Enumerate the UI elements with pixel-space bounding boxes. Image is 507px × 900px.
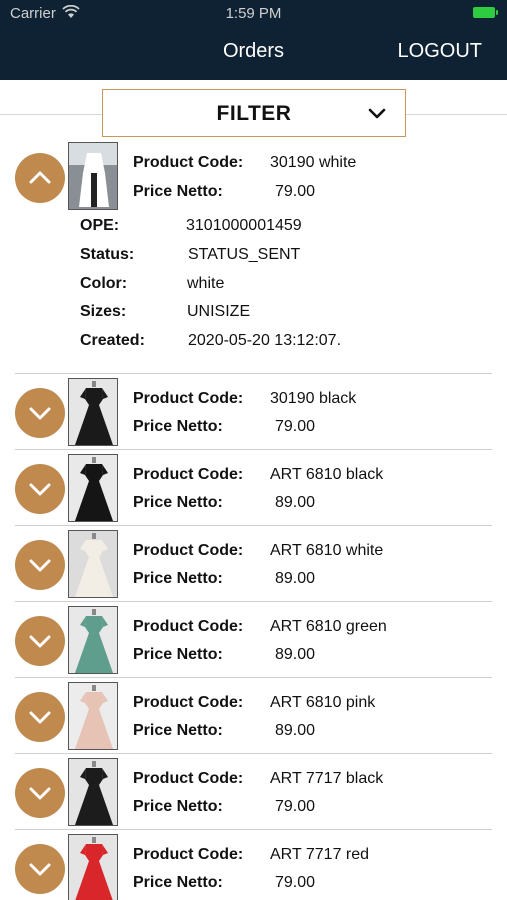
product-thumbnail — [68, 606, 118, 674]
row-divider — [15, 829, 492, 830]
price-value: 89.00 — [275, 722, 316, 739]
order-item: Product Code: ART 6810 black Price Netto… — [0, 449, 507, 525]
expand-button[interactable] — [15, 768, 65, 818]
status-bar: Carrier 1:59 PM — [0, 0, 507, 28]
chevron-down-icon — [29, 635, 51, 648]
product-thumbnail — [68, 454, 118, 522]
price-label: Price Netto: — [133, 494, 223, 511]
chevron-down-icon — [29, 787, 51, 800]
color-label: Color: — [80, 275, 128, 292]
product-code-label: Product Code: — [133, 694, 244, 711]
filter-label: FILTER — [216, 102, 292, 125]
price-label: Price Netto: — [133, 874, 223, 891]
chevron-up-icon — [29, 171, 51, 184]
product-code-value: 30190 white — [270, 154, 357, 171]
created-value: 2020-05-20 13:12:07. — [188, 332, 342, 349]
row-divider — [15, 677, 492, 678]
product-thumbnail — [68, 834, 118, 900]
battery-icon — [473, 7, 498, 18]
product-code-value: ART 6810 pink — [270, 694, 376, 711]
created-label: Created: — [80, 332, 145, 349]
product-code-label: Product Code: — [133, 542, 244, 559]
price-label: Price Netto: — [133, 418, 223, 435]
product-code-value: ART 6810 white — [270, 542, 384, 559]
order-item: Product Code: ART 7717 red Price Netto: … — [0, 829, 507, 900]
order-item: Product Code: ART 7717 black Price Netto… — [0, 753, 507, 829]
chevron-down-icon — [29, 559, 51, 572]
ope-label: OPE: — [80, 217, 120, 234]
price-value: 89.00 — [275, 494, 316, 511]
row-divider — [15, 373, 492, 374]
sizes-label: Sizes: — [80, 303, 127, 320]
chevron-down-icon — [368, 108, 386, 119]
expand-button[interactable] — [15, 616, 65, 666]
price-label: Price Netto: — [133, 183, 223, 200]
sizes-value: UNISIZE — [187, 303, 251, 320]
product-code-label: Product Code: — [133, 846, 244, 863]
clock: 1:59 PM — [225, 5, 282, 22]
row-divider — [15, 601, 492, 602]
logout-button[interactable]: LOGOUT — [398, 40, 482, 63]
collapse-button[interactable] — [15, 153, 65, 203]
price-value: 79.00 — [275, 874, 316, 891]
chevron-down-icon — [29, 407, 51, 420]
product-code-value: ART 6810 green — [270, 618, 387, 635]
order-item: Product Code: ART 6810 green Price Netto… — [0, 601, 507, 677]
status-label: Status: — [80, 246, 135, 263]
price-value: 79.00 — [275, 798, 316, 815]
color-value: white — [187, 275, 225, 292]
product-code-label: Product Code: — [133, 390, 244, 407]
ope-value: 3101000001459 — [186, 217, 302, 234]
order-item-expanded: Product Code: 30190 white Price Netto: 7… — [0, 142, 507, 372]
app-header: Carrier 1:59 PM Orders LOGOUT — [0, 0, 507, 80]
order-item: Product Code: ART 6810 white Price Netto… — [0, 525, 507, 601]
chevron-down-icon — [29, 863, 51, 876]
expand-button[interactable] — [15, 464, 65, 514]
product-code-value: 30190 black — [270, 390, 357, 407]
expand-button[interactable] — [15, 692, 65, 742]
product-code-value: ART 6810 black — [270, 466, 384, 483]
price-value: 79.00 — [275, 183, 316, 200]
expand-button[interactable] — [15, 540, 65, 590]
price-value: 79.00 — [275, 418, 316, 435]
product-thumbnail — [68, 758, 118, 826]
row-divider — [15, 525, 492, 526]
price-label: Price Netto: — [133, 798, 223, 815]
row-divider — [15, 449, 492, 450]
product-thumbnail — [68, 682, 118, 750]
status-value: STATUS_SENT — [188, 246, 301, 263]
filter-dropdown[interactable]: FILTER — [102, 89, 406, 137]
price-value: 89.00 — [275, 646, 316, 663]
order-item: Product Code: 30190 black Price Netto: 7… — [0, 373, 507, 449]
expand-button[interactable] — [15, 388, 65, 438]
price-label: Price Netto: — [133, 570, 223, 587]
product-code-label: Product Code: — [133, 770, 244, 787]
price-label: Price Netto: — [133, 646, 223, 663]
expand-button[interactable] — [15, 844, 65, 894]
order-item: Product Code: ART 6810 pink Price Netto:… — [0, 677, 507, 753]
chevron-down-icon — [29, 711, 51, 724]
product-code-value: ART 7717 black — [270, 770, 384, 787]
product-thumbnail — [68, 142, 118, 210]
chevron-down-icon — [29, 483, 51, 496]
product-code-label: Product Code: — [133, 466, 244, 483]
product-code-label: Product Code: — [133, 618, 244, 635]
price-value: 89.00 — [275, 570, 316, 587]
product-thumbnail — [68, 530, 118, 598]
price-label: Price Netto: — [133, 722, 223, 739]
product-code-label: Product Code: — [133, 154, 244, 171]
product-code-value: ART 7717 red — [270, 846, 370, 863]
product-thumbnail — [68, 378, 118, 446]
row-divider — [15, 753, 492, 754]
